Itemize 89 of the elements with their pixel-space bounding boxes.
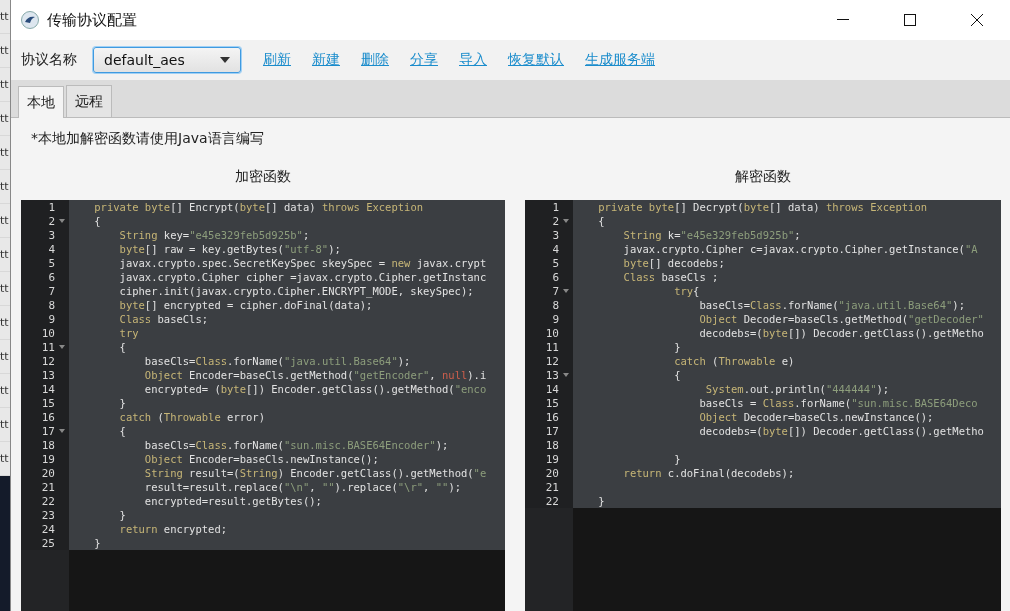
line-number: 16 — [544, 410, 559, 424]
editor-title: 解密函数 — [734, 168, 792, 186]
line-number: 3 — [551, 228, 559, 242]
line-number: 7 — [551, 284, 559, 298]
line-number: 2 — [551, 214, 559, 228]
code-editor[interactable] — [525, 200, 1001, 611]
fold-caret-icon[interactable] — [59, 219, 65, 223]
fold-caret-icon[interactable] — [563, 219, 569, 223]
line-number: 22 — [40, 494, 55, 508]
line-number: 1 — [551, 200, 559, 214]
line-number: 20 — [40, 466, 55, 480]
line-number: 8 — [551, 298, 559, 312]
line-number: 3 — [47, 228, 55, 242]
background-window-text: tt — [0, 10, 9, 23]
fold-caret-icon[interactable] — [59, 429, 65, 433]
line-number: 10 — [544, 326, 559, 340]
line-number: 20 — [544, 466, 559, 480]
line-number: 10 — [40, 326, 55, 340]
line-number: 6 — [47, 270, 55, 284]
line-number: 2 — [47, 214, 55, 228]
line-number: 11 — [544, 340, 559, 354]
line-number: 6 — [551, 270, 559, 284]
fold-caret-icon[interactable] — [563, 289, 569, 293]
toolbar-link[interactable]: 分享 — [410, 51, 438, 69]
line-number: 18 — [544, 438, 559, 452]
line-number: 14 — [544, 382, 559, 396]
line-number: 15 — [544, 396, 559, 410]
background-window-text: tt — [0, 180, 9, 193]
app-logo-icon — [21, 11, 39, 29]
protocol-name-label: 协议名称 — [21, 51, 77, 69]
line-number: 24 — [40, 522, 55, 536]
toolbar-link[interactable]: 刷新 — [263, 51, 291, 69]
background-window-text: tt — [0, 112, 9, 125]
line-number: 12 — [40, 354, 55, 368]
toolbar-link[interactable]: 生成服务端 — [585, 51, 655, 69]
background-window-text: tt — [0, 214, 9, 227]
fold-caret-icon[interactable] — [59, 345, 65, 349]
line-number: 13 — [40, 368, 55, 382]
line-number: 4 — [47, 242, 55, 256]
line-number: 11 — [40, 340, 55, 354]
line-number: 21 — [544, 480, 559, 494]
tab[interactable]: 远程 — [66, 85, 112, 117]
background-window-text: tt — [0, 350, 9, 363]
toolbar-link[interactable]: 新建 — [312, 51, 340, 69]
line-number: 19 — [544, 452, 559, 466]
line-number: 18 — [40, 438, 55, 452]
line-number: 19 — [40, 452, 55, 466]
toolbar-link[interactable]: 删除 — [361, 51, 389, 69]
background-window-text: tt — [0, 78, 9, 91]
line-number: 4 — [551, 242, 559, 256]
maximize-icon[interactable] — [903, 14, 916, 26]
line-number: 8 — [47, 298, 55, 312]
line-number: 7 — [47, 284, 55, 298]
editor-title: 加密函数 — [234, 168, 292, 186]
line-number: 15 — [40, 396, 55, 410]
line-number: 16 — [40, 410, 55, 424]
line-number: 25 — [40, 536, 55, 550]
toolbar-link[interactable]: 导入 — [459, 51, 487, 69]
close-icon[interactable] — [970, 14, 983, 26]
background-window-text: tt — [0, 316, 9, 329]
code-editor[interactable] — [21, 200, 505, 611]
line-number: 1 — [47, 200, 55, 214]
line-number: 14 — [40, 382, 55, 396]
background-window-text: tt — [0, 248, 9, 261]
background-window-text: tt — [0, 44, 9, 57]
line-number: 22 — [544, 494, 559, 508]
window-title: 传输协议配置 — [47, 10, 138, 30]
toolbar-link[interactable]: 恢复默认 — [508, 51, 564, 69]
line-number: 5 — [47, 256, 55, 270]
line-number: 13 — [544, 368, 559, 382]
caret-icon — [220, 57, 230, 63]
protocol-dropdown[interactable]: default_aes — [93, 47, 241, 73]
line-number: 21 — [40, 480, 55, 494]
tab[interactable]: 本地 — [18, 86, 64, 118]
background-window-text: tt — [0, 418, 9, 431]
background-window-text: tt — [0, 452, 9, 465]
background-window-text: tt — [0, 282, 9, 295]
line-number: 17 — [40, 424, 55, 438]
line-number: 5 — [551, 256, 559, 270]
hint-text: *本地加解密函数请使用Java语言编写 — [30, 129, 265, 148]
background-window-text: tt — [0, 384, 9, 397]
fold-caret-icon[interactable] — [563, 373, 569, 377]
line-number: 23 — [40, 508, 55, 522]
minimize-icon[interactable] — [836, 19, 849, 21]
line-number: 9 — [47, 312, 55, 326]
line-number: 17 — [544, 424, 559, 438]
line-number: 12 — [544, 354, 559, 368]
line-number: 9 — [551, 312, 559, 326]
background-window-text: tt — [0, 146, 9, 159]
